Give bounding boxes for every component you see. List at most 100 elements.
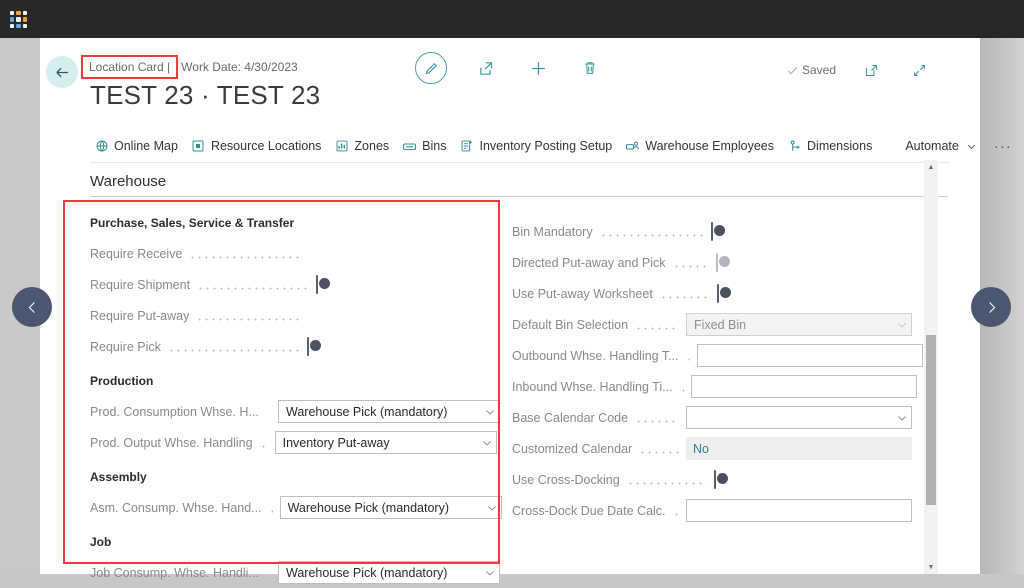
dotted-leader [266,406,271,418]
dropdown-prod-consumption-whse-handling[interactable]: Warehouse Pick (mandatory) [278,400,500,423]
header-status-area: Saved [786,57,932,83]
toggle-directed-put-away-and-pick[interactable] [715,252,718,272]
employees-icon [625,139,640,154]
dotted-leader [626,473,707,486]
dotted-leader [599,225,704,238]
open-in-new-window-button[interactable] [858,57,884,83]
ribbon-rule [90,162,950,163]
arrow-left-icon [55,67,68,77]
header-actions [415,52,603,84]
posting-setup-icon [460,139,475,154]
breadcrumb-location-card[interactable]: Location Card | [81,55,179,79]
breadcrumb-work-date: Work Date: 4/30/2023 [181,60,298,74]
field-label: Inbound Whse. Handling Ti... [512,379,673,394]
field-row-default-bin-selection: Default Bin Selection Fixed Bin [512,309,912,340]
dotted-leader [265,566,271,579]
group-title-job: Job [90,535,112,549]
dotted-leader [672,256,709,269]
resource-icon [191,139,206,154]
right-field-column: Bin Mandatory Directed Put-away and Pick… [512,210,923,526]
toggle-require-shipment[interactable] [316,274,319,294]
dotted-leader [639,442,679,455]
field-label: Job Consump. Whse. Handli... [90,565,259,580]
section-title-warehouse: Warehouse [90,173,167,190]
saved-status[interactable]: Saved [786,63,836,77]
toggle-use-cross-docking[interactable] [713,469,716,489]
field-label: Prod. Consumption Whse. H... [90,404,259,419]
ribbon-item-automate[interactable]: Automate [901,136,988,157]
input-cross-dock-due-date-calc[interactable] [686,499,912,522]
pencil-icon [425,62,437,74]
field-row-base-calendar-code: Base Calendar Code [512,402,912,433]
dotted-leader [189,247,308,260]
field-row-customized-calendar: Customized Calendar No [512,433,912,464]
field-label: Cross-Dock Due Date Calc. [512,503,666,518]
field-row-require-receive: Require Receive [90,238,500,269]
input-outbound-whse-handling-time[interactable] [696,344,923,367]
input-inbound-whse-handling-time[interactable] [690,375,917,398]
collapse-icon [913,64,925,76]
window-top-bar [0,0,1024,38]
edit-button[interactable] [415,52,447,84]
action-ribbon: Online Map Resource Locations Zones Bins… [90,131,1011,161]
scrollbar-thumb[interactable] [926,335,936,505]
ribbon-item-label: Resource Locations [210,139,322,153]
dotted-leader [672,504,679,517]
dropdown-job-consump-whse-handling[interactable]: Warehouse Pick (mandatory) [278,561,500,584]
toggle-require-pick[interactable] [306,336,309,356]
delete-button[interactable] [577,55,603,81]
previous-record-button[interactable] [12,287,52,327]
trash-icon [585,62,595,74]
field-row-require-shipment: Require Shipment [90,269,500,300]
field-row-bin-mandatory: Bin Mandatory [512,216,912,247]
toggle-bin-mandatory[interactable] [710,221,713,241]
field-row-job-consump-whse-handling: Job Consump. Whse. Handli... Warehouse P… [90,557,500,588]
ribbon-item-inventory-posting-setup[interactable]: Inventory Posting Setup [456,136,622,157]
chevron-down-icon [484,406,496,418]
field-label: Outbound Whse. Handling T... [512,348,679,363]
dotted-leader [659,287,710,300]
ribbon-item-bins[interactable]: Bins [398,136,455,157]
dotted-leader [685,349,690,362]
dropdown-prod-output-whse-handling[interactable]: Inventory Put-away [274,431,497,454]
scroll-down-arrow-icon[interactable]: ▼ [924,560,938,574]
ribbon-more-options-button[interactable]: ··· [988,138,1018,155]
dropdown-default-bin-selection[interactable]: Fixed Bin [686,313,912,336]
new-button[interactable] [525,55,551,81]
ribbon-item-resource-locations[interactable]: Resource Locations [187,136,330,157]
field-row-prod-output-whse-handling: Prod. Output Whse. Handling Inventory Pu… [90,427,500,458]
field-label: Asm. Consump. Whse. Hand... [90,500,262,515]
ribbon-item-zones[interactable]: Zones [330,136,398,157]
dropdown-value: Warehouse Pick (mandatory) [286,565,448,580]
field-label: Require Pick [90,339,161,354]
ribbon-item-label: Inventory Posting Setup [479,139,613,153]
ribbon-item-online-map[interactable]: Online Map [90,136,187,157]
open-new-window-icon [865,64,877,76]
chevron-down-icon [964,139,979,154]
dotted-leader [635,318,679,331]
scroll-up-arrow-icon[interactable]: ▲ [924,160,938,174]
section-rule [90,196,948,197]
ribbon-item-warehouse-employees[interactable]: Warehouse Employees [621,136,783,157]
next-record-button[interactable] [971,287,1011,327]
chevron-down-icon [896,319,908,331]
share-button[interactable] [473,55,499,81]
app-launcher-waffle-icon[interactable] [10,11,27,28]
dropdown-value: Fixed Bin [694,317,747,332]
dropdown-asm-consump-whse-handling[interactable]: Warehouse Pick (mandatory) [279,496,502,519]
check-icon [787,66,798,74]
dropdown-value: Inventory Put-away [282,435,390,450]
toggle-use-put-away-worksheet[interactable] [716,283,719,303]
ribbon-item-dimensions[interactable]: Dimensions [783,136,881,157]
dropdown-base-calendar-code[interactable] [686,406,912,429]
minimize-button[interactable] [906,57,932,83]
content-scrollbar[interactable]: ▲ ▼ [924,160,938,574]
chevron-right-icon [988,301,995,313]
field-label: Require Put-away [90,308,190,323]
field-label: Customized Calendar [512,441,633,456]
field-label: Default Bin Selection [512,317,629,332]
link-customized-calendar[interactable]: No [686,437,912,460]
field-row-use-cross-docking: Use Cross-Docking [512,464,912,495]
dotted-leader [259,436,268,449]
back-button[interactable] [46,56,78,88]
